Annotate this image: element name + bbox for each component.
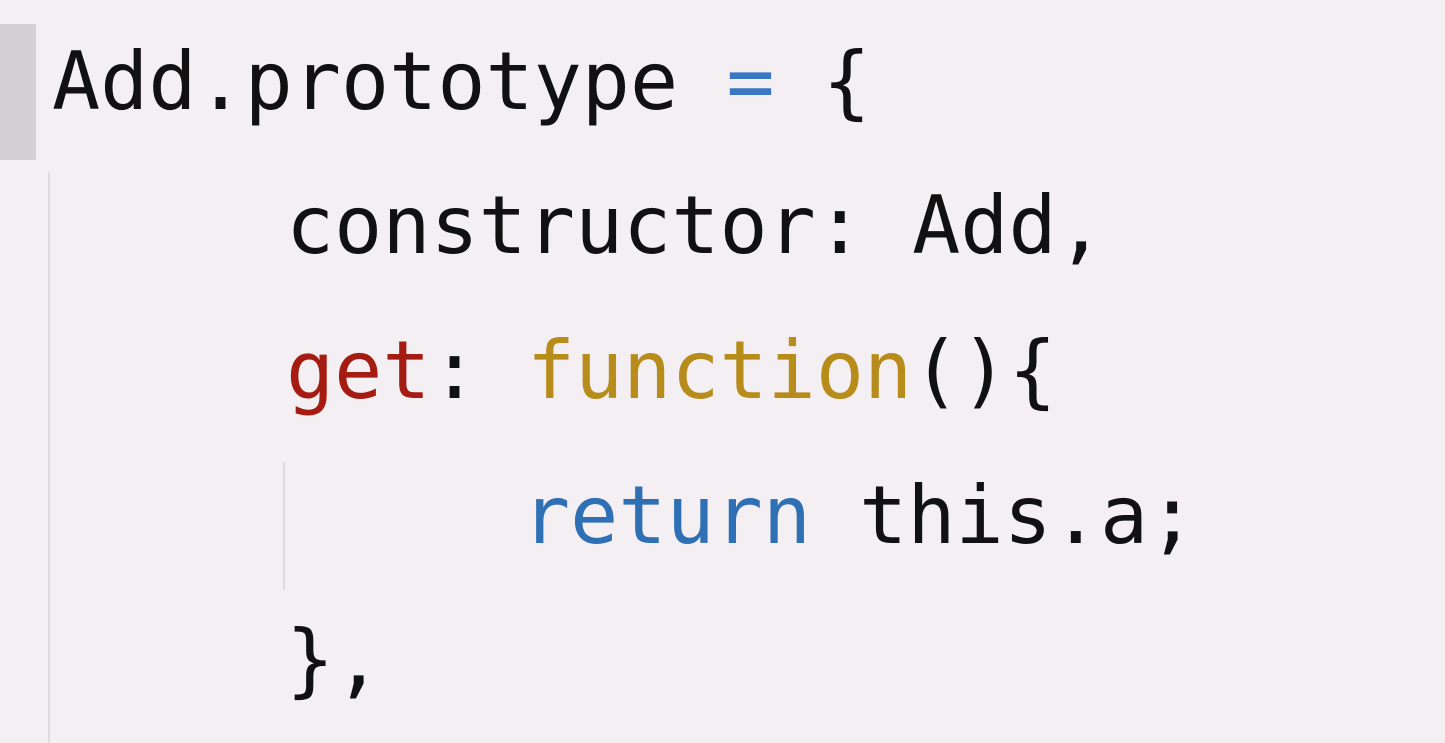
code-token-closing-brace: }, xyxy=(286,613,383,706)
code-token-brace: { xyxy=(822,35,871,128)
code-token-return-keyword: return xyxy=(522,469,811,562)
code-token-object: Add.prototype xyxy=(52,35,679,128)
code-line-2: constructor: Add, xyxy=(286,186,1105,266)
indent-guide-nested xyxy=(283,462,285,590)
code-line-5: }, xyxy=(286,620,382,700)
code-line-1: Add.prototype = { xyxy=(52,42,871,122)
current-line-marker xyxy=(0,24,36,160)
code-token-constructor: constructor: Add, xyxy=(286,179,1105,272)
code-token-colon: : xyxy=(430,324,527,417)
code-token-property: get xyxy=(286,324,431,417)
code-token-function-keyword: function xyxy=(526,324,913,417)
code-token-parens: (){ xyxy=(912,324,1057,417)
code-line-3: get: function(){ xyxy=(286,331,1057,411)
indent-guide xyxy=(48,172,50,743)
code-editor[interactable]: Add.prototype = { constructor: Add, get:… xyxy=(0,0,1445,743)
code-token-operator: = xyxy=(726,35,775,128)
code-token-return-value: this.a; xyxy=(810,469,1197,562)
code-line-4: return this.a; xyxy=(522,476,1196,556)
